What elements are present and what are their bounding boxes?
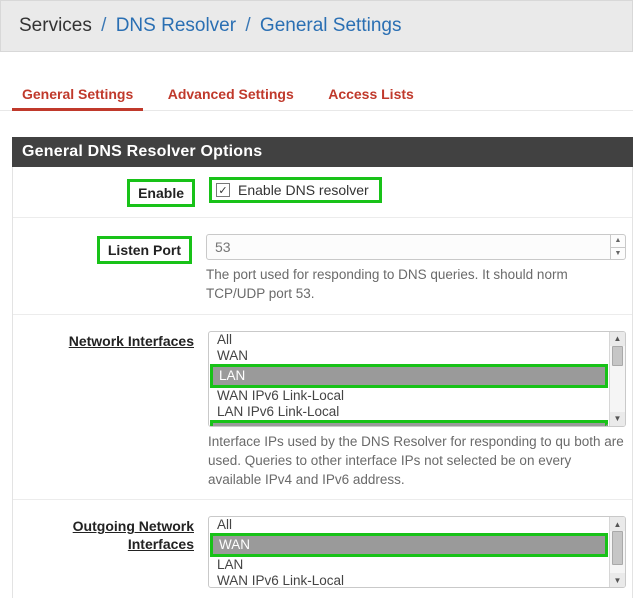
enable-checkbox-wrap[interactable]: ✓ Enable DNS resolver xyxy=(209,177,382,203)
enable-checkbox[interactable]: ✓ xyxy=(216,183,230,197)
list-item[interactable]: LAN xyxy=(209,557,609,573)
list-item-selected[interactable]: LAN xyxy=(210,364,608,388)
scroll-down-icon[interactable]: ▼ xyxy=(610,412,625,426)
listen-port-spinner[interactable]: ▲ ▼ xyxy=(610,235,625,259)
breadcrumb-sep: / xyxy=(245,15,250,36)
listen-port-help: The port used for responding to DNS quer… xyxy=(206,266,626,304)
spinner-down-icon[interactable]: ▼ xyxy=(611,248,625,260)
scroll-up-icon[interactable]: ▲ xyxy=(610,517,625,531)
tab-bar: General Settings Advanced Settings Acces… xyxy=(0,78,633,111)
list-item[interactable]: All xyxy=(209,517,609,533)
scrollbar[interactable]: ▲ ▼ xyxy=(609,332,625,426)
list-item-selected[interactable]: Localhost xyxy=(210,420,608,426)
list-item[interactable]: LAN IPv6 Link-Local xyxy=(209,404,609,420)
panel-title: General DNS Resolver Options xyxy=(12,137,633,167)
list-item[interactable]: WAN xyxy=(209,348,609,364)
list-item[interactable]: All xyxy=(209,332,609,348)
label-enable: Enable xyxy=(127,179,195,207)
tab-advanced-settings[interactable]: Advanced Settings xyxy=(158,78,304,110)
listen-port-input[interactable] xyxy=(207,235,610,259)
scroll-down-icon[interactable]: ▼ xyxy=(610,573,625,587)
breadcrumb-item-1[interactable]: General Settings xyxy=(260,15,402,36)
scrollbar[interactable]: ▲ ▼ xyxy=(609,517,625,587)
tab-access-lists[interactable]: Access Lists xyxy=(318,78,424,110)
breadcrumb-sep: / xyxy=(101,15,106,36)
network-interfaces-listbox[interactable]: All WAN LAN WAN IPv6 Link-Local LAN IPv6… xyxy=(208,331,626,427)
tab-general-settings[interactable]: General Settings xyxy=(12,78,143,110)
list-item[interactable]: WAN IPv6 Link-Local xyxy=(209,388,609,404)
list-item-selected[interactable]: WAN xyxy=(210,533,608,557)
breadcrumb: Services / DNS Resolver / General Settin… xyxy=(0,0,633,52)
network-interfaces-help: Interface IPs used by the DNS Resolver f… xyxy=(208,433,626,490)
enable-checkbox-label: Enable DNS resolver xyxy=(238,182,369,198)
list-item[interactable]: WAN IPv6 Link-Local xyxy=(209,573,609,587)
scroll-up-icon[interactable]: ▲ xyxy=(610,332,625,346)
listen-port-input-wrap[interactable]: ▲ ▼ xyxy=(206,234,626,260)
label-outgoing-interfaces: Outgoing Network Interfaces xyxy=(73,518,194,552)
spinner-up-icon[interactable]: ▲ xyxy=(611,235,625,248)
breadcrumb-root: Services xyxy=(19,15,92,36)
breadcrumb-item-0[interactable]: DNS Resolver xyxy=(116,15,236,36)
label-listen-port: Listen Port xyxy=(97,236,192,264)
outgoing-interfaces-listbox[interactable]: All WAN LAN WAN IPv6 Link-Local LAN IPv6… xyxy=(208,516,626,588)
panel-general-dns-resolver: General DNS Resolver Options Enable ✓ En… xyxy=(12,137,633,598)
resize-handle-icon[interactable] xyxy=(597,414,609,426)
label-network-interfaces: Network Interfaces xyxy=(69,333,194,349)
